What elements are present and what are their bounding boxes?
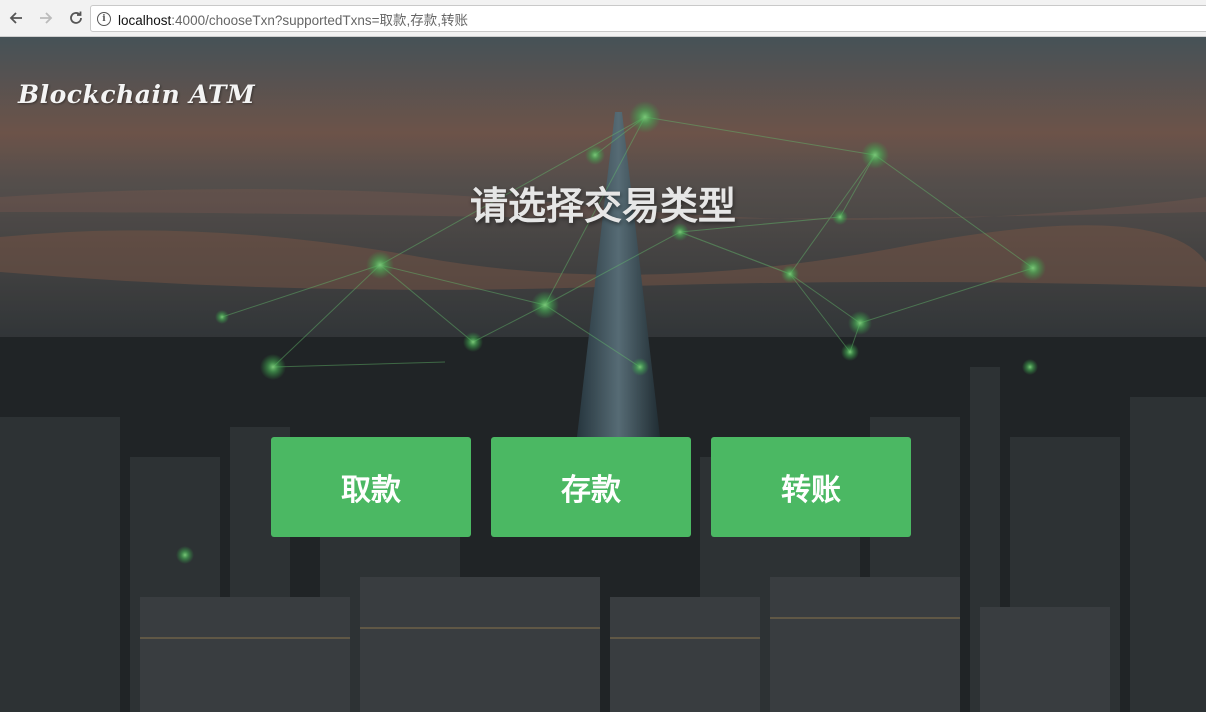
url-host: localhost <box>118 12 172 28</box>
forward-button[interactable] <box>32 4 60 32</box>
url-text: localhost:4000/chooseTxn?supportedTxns=取… <box>118 9 468 29</box>
address-bar[interactable]: i localhost:4000/chooseTxn?supportedTxns… <box>90 5 1206 32</box>
reload-icon <box>70 11 82 24</box>
forward-arrow-icon <box>40 12 53 24</box>
back-arrow-icon <box>9 12 22 24</box>
page-body: Blockchain ATM 请选择交易类型 取款 存款 转账 <box>0 37 1206 712</box>
browser-toolbar: i localhost:4000/chooseTxn?supportedTxns… <box>0 0 1206 37</box>
back-button[interactable] <box>2 4 30 32</box>
info-icon[interactable]: i <box>97 11 111 26</box>
page-title: 请选择交易类型 <box>469 184 736 228</box>
transaction-button-row: 取款 存款 转账 <box>271 437 911 537</box>
reload-button[interactable] <box>62 4 90 32</box>
city-background-image <box>0 37 1206 712</box>
url-path: :4000/chooseTxn?supportedTxns=取款,存款,转账 <box>171 12 469 28</box>
logo: Blockchain ATM <box>18 80 256 109</box>
transfer-button[interactable]: 转账 <box>711 437 911 537</box>
withdraw-button[interactable]: 取款 <box>271 437 471 537</box>
deposit-button[interactable]: 存款 <box>491 437 691 537</box>
